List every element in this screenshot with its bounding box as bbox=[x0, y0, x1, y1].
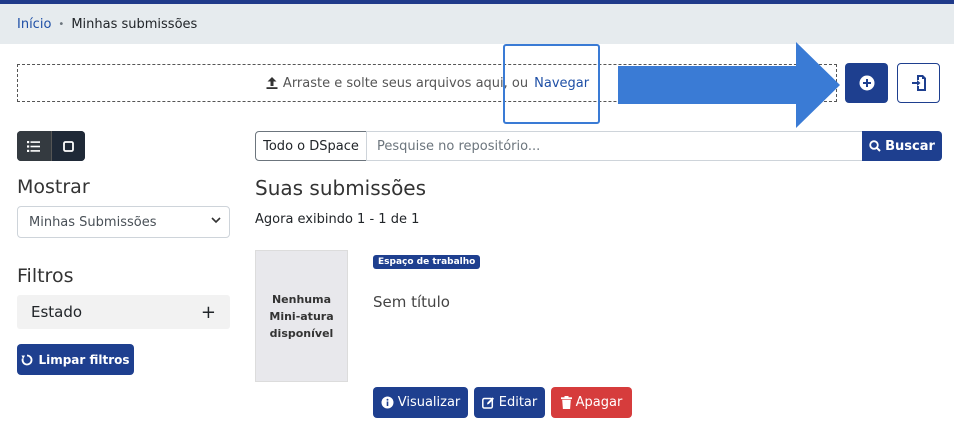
plus-circle-icon bbox=[859, 75, 875, 91]
list-view-button[interactable] bbox=[17, 131, 51, 161]
import-button[interactable] bbox=[897, 63, 940, 103]
edit-button-label: Editar bbox=[498, 395, 538, 410]
item-title: Sem título bbox=[373, 293, 450, 311]
breadcrumb-home-link[interactable]: Início bbox=[17, 17, 51, 32]
breadcrumb-current: Minhas submissões bbox=[71, 16, 198, 32]
status-badge: Espaço de trabalho bbox=[373, 255, 481, 269]
breadcrumb-separator: • bbox=[58, 18, 65, 30]
breadcrumb: Início • Minhas submissões bbox=[0, 4, 954, 44]
square-icon bbox=[62, 140, 74, 152]
browse-highlight-annotation bbox=[503, 44, 600, 124]
search-scope-button[interactable]: Todo o DSpace bbox=[255, 131, 367, 161]
edit-icon bbox=[481, 396, 495, 409]
file-import-icon bbox=[911, 74, 927, 92]
dropzone-text: Arraste e solte seus arquivos aqui, ou bbox=[282, 75, 529, 91]
grid-view-button[interactable] bbox=[50, 131, 85, 161]
page: Início • Minhas submissões Arraste e sol… bbox=[0, 0, 954, 429]
edit-button[interactable]: Editar bbox=[474, 387, 545, 418]
filter-state-label: Estado bbox=[31, 303, 83, 321]
filter-state[interactable]: Estado + bbox=[17, 295, 230, 329]
search-button-label: Buscar bbox=[885, 138, 935, 154]
view-button-label: Visualizar bbox=[397, 395, 461, 410]
clear-filters-button[interactable]: Limpar filtros bbox=[17, 344, 134, 375]
search-button[interactable]: Buscar bbox=[862, 131, 942, 161]
results-count: Agora exibindo 1 - 1 de 1 bbox=[255, 212, 420, 227]
undo-icon bbox=[21, 354, 33, 366]
delete-button-label: Apagar bbox=[575, 395, 623, 410]
list-icon bbox=[27, 140, 41, 152]
view-mode-toggle bbox=[17, 131, 85, 161]
search-input[interactable]: Pesquise no repositório... bbox=[366, 131, 863, 161]
delete-button[interactable]: Apagar bbox=[551, 387, 632, 418]
upload-icon bbox=[265, 76, 279, 90]
page-title: Suas submissões bbox=[255, 176, 427, 200]
chevron-down-icon bbox=[211, 215, 221, 228]
arrow-annotation bbox=[618, 42, 840, 128]
filters-heading: Filtros bbox=[17, 265, 74, 287]
new-submission-button[interactable] bbox=[845, 63, 888, 103]
plus-icon: + bbox=[200, 301, 216, 323]
show-heading: Mostrar bbox=[17, 176, 90, 198]
info-circle-icon bbox=[381, 396, 394, 409]
search-icon bbox=[869, 140, 881, 152]
view-button[interactable]: Visualizar bbox=[373, 387, 468, 418]
show-select[interactable]: Minhas Submissões bbox=[17, 206, 230, 238]
show-select-value: Minhas Submissões bbox=[29, 214, 157, 230]
item-thumbnail: Nenhuma Mini-atura disponível bbox=[255, 250, 348, 382]
clear-filters-label: Limpar filtros bbox=[38, 352, 130, 367]
trash-icon bbox=[560, 396, 572, 409]
